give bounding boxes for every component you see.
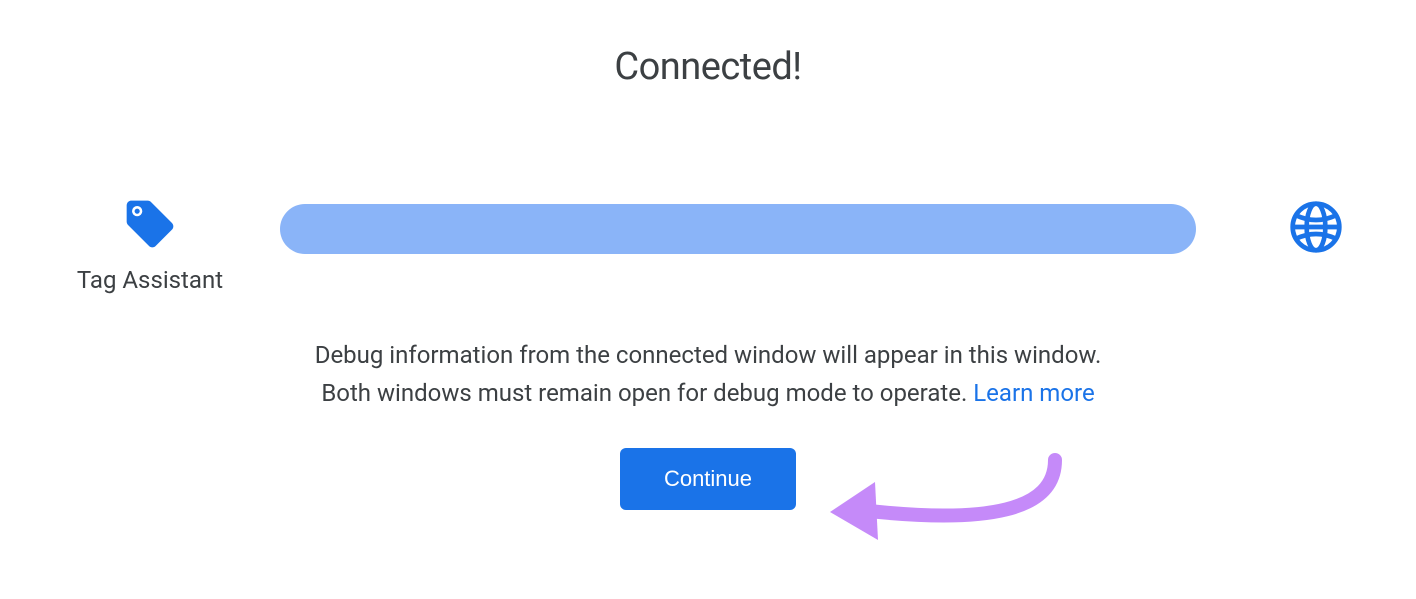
tag-assistant-block: Tag Assistant xyxy=(50,194,250,294)
connection-row: Tag Assistant xyxy=(0,194,1416,294)
connection-progress-bar xyxy=(280,204,1196,254)
page-title: Connected! xyxy=(614,45,801,89)
tag-assistant-icon xyxy=(120,194,180,254)
globe-icon xyxy=(1288,199,1344,259)
continue-button[interactable]: Continue xyxy=(620,448,796,510)
description-text: Debug information from the connected win… xyxy=(315,336,1102,413)
globe-block xyxy=(1266,199,1366,259)
learn-more-link[interactable]: Learn more xyxy=(973,379,1094,407)
tag-assistant-label: Tag Assistant xyxy=(77,266,223,294)
description-line2: Both windows must remain open for debug … xyxy=(321,379,973,407)
description-line1: Debug information from the connected win… xyxy=(315,341,1102,369)
button-row: Continue xyxy=(620,448,796,510)
